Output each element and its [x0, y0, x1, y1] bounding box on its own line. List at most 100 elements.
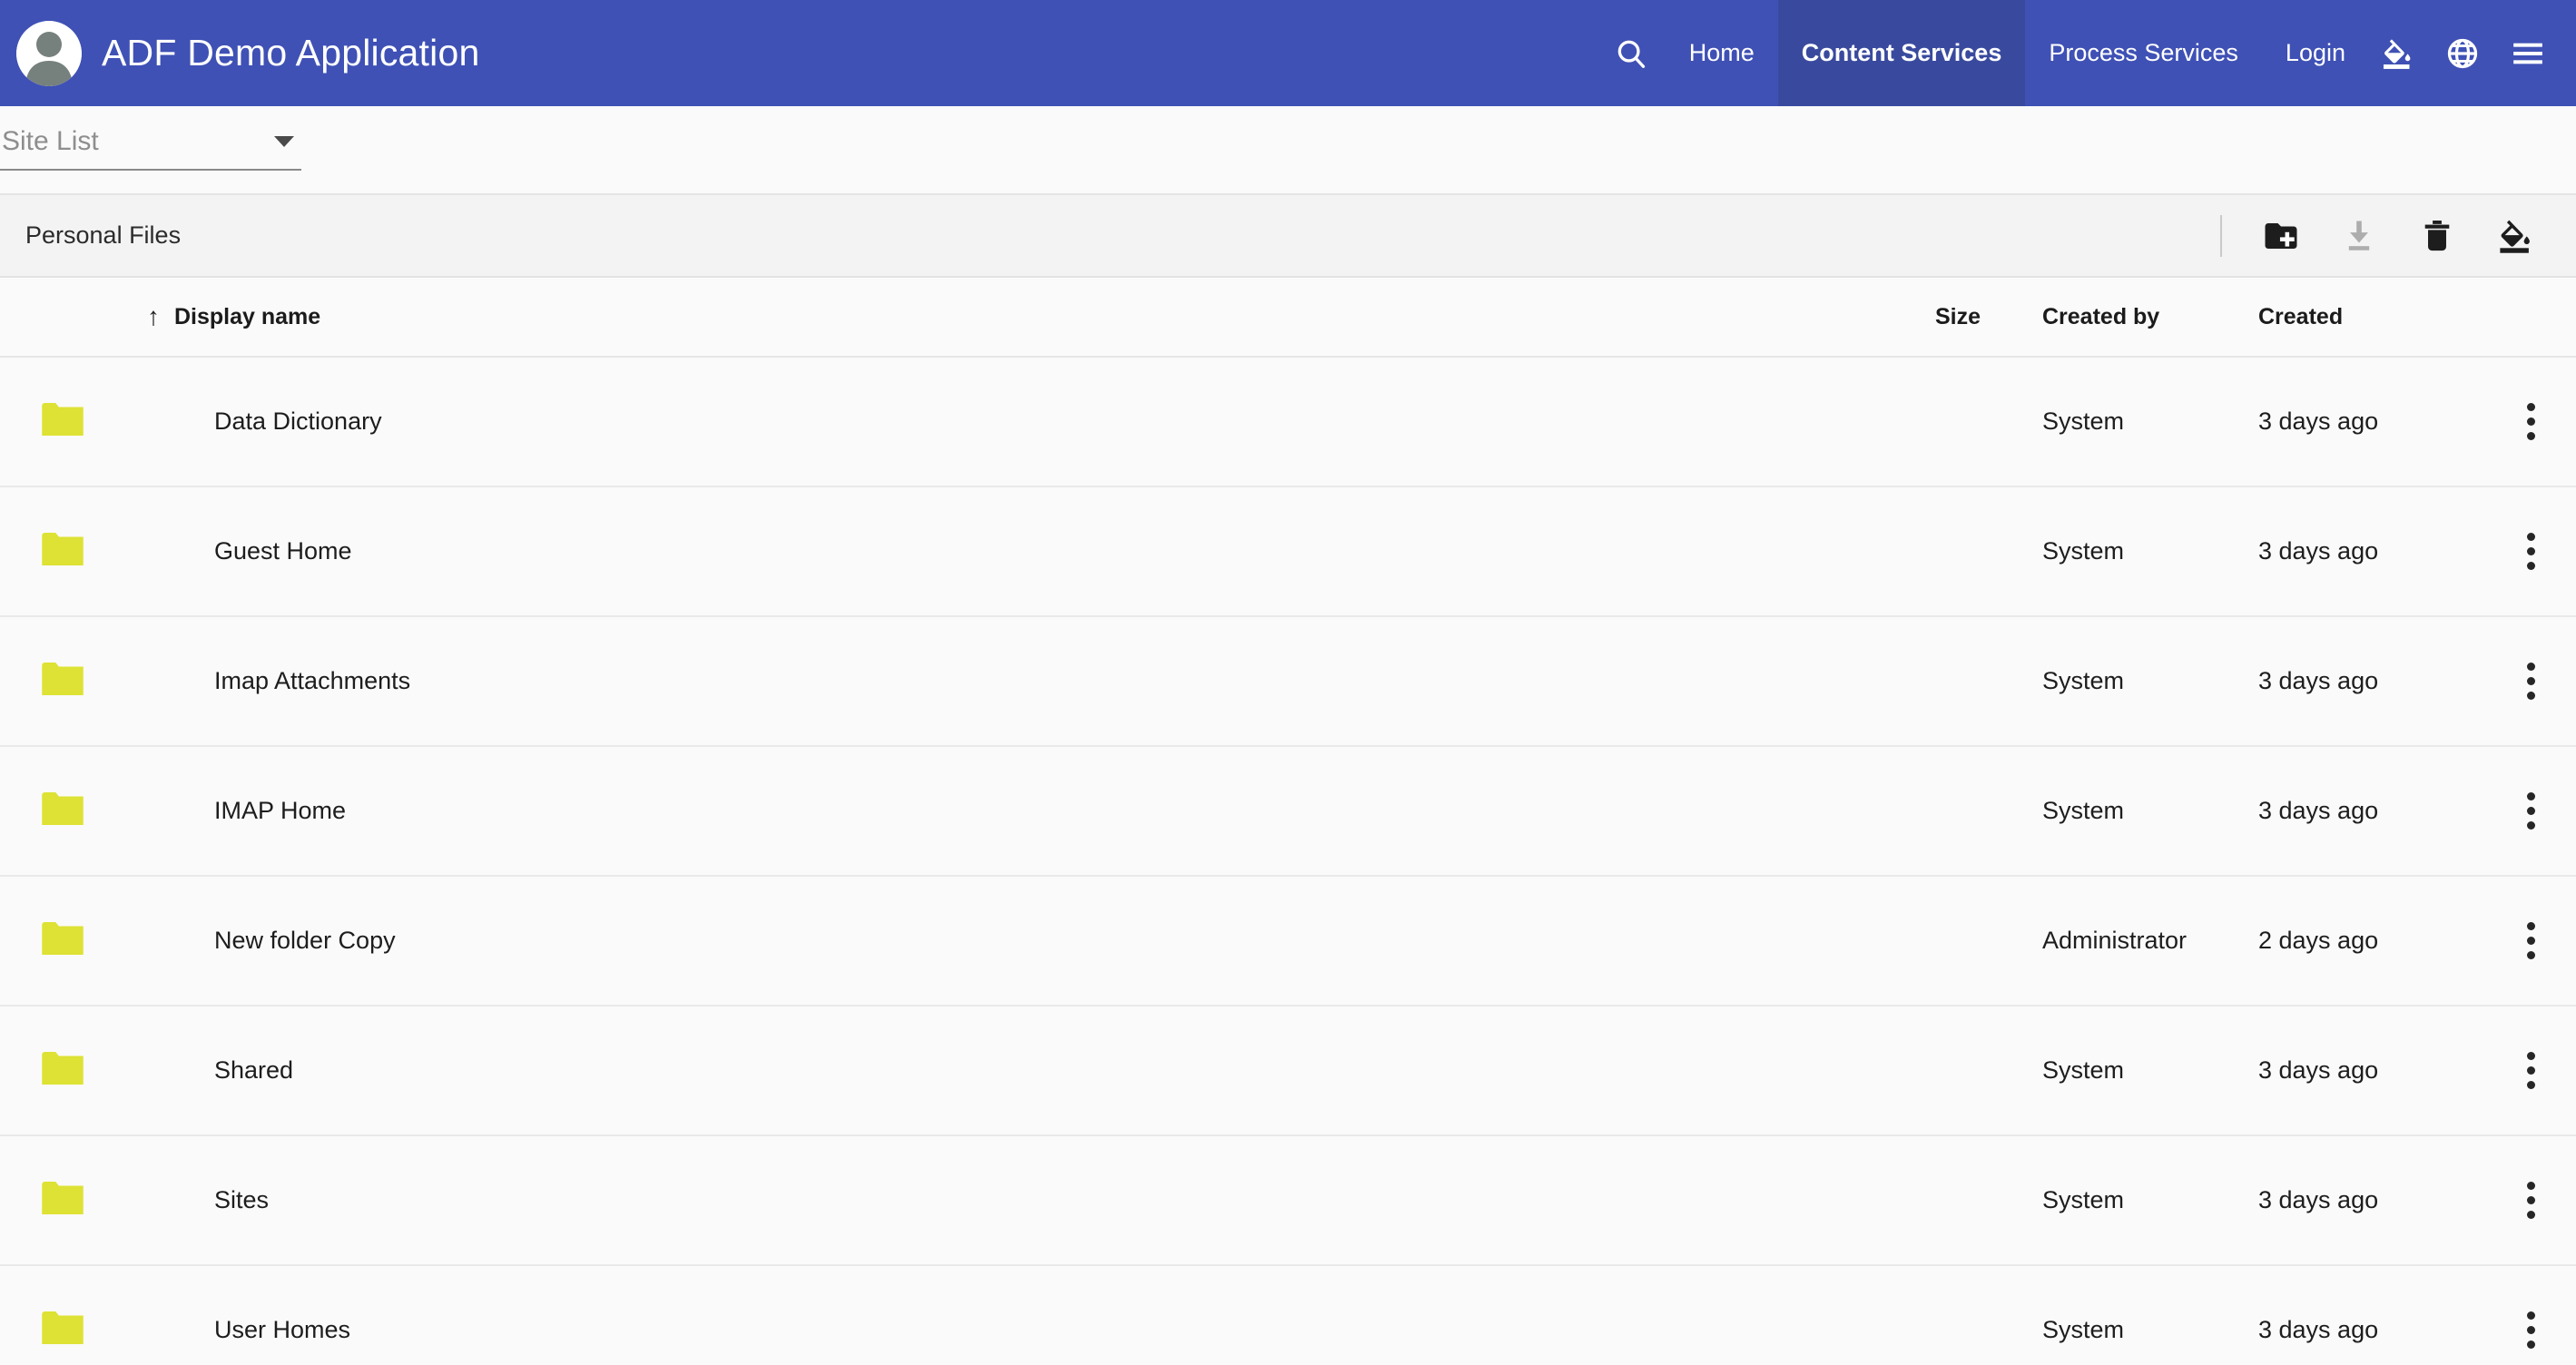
table-row[interactable]: Sites System 3 days ago — [0, 1136, 2576, 1266]
row-menu-cell — [2485, 913, 2576, 968]
folder-icon — [42, 663, 84, 695]
more-vert-icon[interactable] — [2505, 913, 2557, 968]
download-icon — [2320, 197, 2398, 275]
folder-icon — [42, 1311, 84, 1344]
more-vert-icon[interactable] — [2505, 524, 2557, 579]
row-menu-cell — [2485, 1043, 2576, 1098]
file-name: Data Dictionary — [214, 408, 382, 435]
toolbar-actions — [2220, 197, 2554, 275]
row-icon-cell — [0, 1182, 84, 1219]
row-author-cell: System — [2042, 408, 2258, 436]
row-name-cell: New folder Copy — [84, 927, 1935, 955]
file-author: System — [2042, 667, 2125, 694]
nav-link-home[interactable]: Home — [1666, 0, 1778, 106]
row-name-cell: Guest Home — [84, 537, 1935, 565]
nav-link-login[interactable]: Login — [2262, 0, 2369, 106]
delete-icon[interactable] — [2398, 197, 2476, 275]
nav-link-content-services[interactable]: Content Services — [1777, 0, 2026, 106]
brand: ADF Demo Application — [0, 20, 479, 86]
file-created: 3 days ago — [2258, 408, 2379, 435]
row-icon-cell — [0, 663, 84, 700]
create-folder-icon[interactable] — [2242, 197, 2320, 275]
more-vert-icon[interactable] — [2505, 394, 2557, 449]
row-author-cell: System — [2042, 1316, 2258, 1344]
row-created-cell: 3 days ago — [2258, 1316, 2485, 1344]
nav-link-process-services[interactable]: Process Services — [2025, 0, 2262, 106]
more-vert-icon[interactable] — [2505, 783, 2557, 839]
app-header: ADF Demo Application Home Content Servic… — [0, 0, 2576, 106]
table-row[interactable]: Imap Attachments System 3 days ago — [0, 617, 2576, 747]
row-menu-cell — [2485, 783, 2576, 839]
more-vert-icon[interactable] — [2505, 1302, 2557, 1358]
column-header-size[interactable]: Size — [1935, 304, 2042, 330]
file-author: System — [2042, 797, 2125, 824]
table-row[interactable]: Shared System 3 days ago — [0, 1007, 2576, 1136]
file-created: 2 days ago — [2258, 927, 2379, 954]
file-name: Imap Attachments — [214, 667, 411, 694]
folder-icon — [42, 1052, 84, 1085]
row-created-cell: 3 days ago — [2258, 537, 2485, 565]
more-vert-icon[interactable] — [2505, 1173, 2557, 1228]
row-created-cell: 3 days ago — [2258, 1186, 2485, 1214]
row-menu-cell — [2485, 653, 2576, 709]
hamburger-menu-icon[interactable] — [2500, 0, 2556, 106]
site-select-bar: Site List — [0, 106, 2576, 193]
row-name-cell: Imap Attachments — [84, 667, 1935, 695]
row-created-cell: 3 days ago — [2258, 797, 2485, 825]
site-list-select[interactable]: Site List — [0, 126, 301, 171]
table-body: Data Dictionary System 3 days ago Guest … — [0, 358, 2576, 1365]
file-created: 3 days ago — [2258, 797, 2379, 824]
row-name-cell: User Homes — [84, 1316, 1935, 1344]
toolbar-divider — [2220, 214, 2222, 257]
file-name: Shared — [214, 1056, 294, 1084]
row-name-cell: Sites — [84, 1186, 1935, 1214]
table-header-row: ↑ Display name Size Created by Created — [0, 278, 2576, 358]
row-icon-cell — [0, 792, 84, 830]
row-author-cell: System — [2042, 667, 2258, 695]
column-header-display-name[interactable]: ↑ Display name — [84, 304, 1935, 330]
row-menu-cell — [2485, 524, 2576, 579]
more-vert-icon[interactable] — [2505, 1043, 2557, 1098]
folder-icon — [42, 922, 84, 955]
file-created: 3 days ago — [2258, 1186, 2379, 1213]
row-author-cell: System — [2042, 797, 2258, 825]
file-author: System — [2042, 408, 2125, 435]
row-menu-cell — [2485, 1302, 2576, 1358]
row-icon-cell — [0, 403, 84, 440]
sort-ascending-icon: ↑ — [147, 302, 160, 330]
chevron-down-icon — [274, 136, 294, 147]
more-vert-icon[interactable] — [2505, 653, 2557, 709]
row-name-cell: IMAP Home — [84, 797, 1935, 825]
folder-icon — [42, 792, 84, 825]
search-icon[interactable] — [1597, 0, 1666, 106]
row-created-cell: 3 days ago — [2258, 1056, 2485, 1085]
row-author-cell: System — [2042, 1186, 2258, 1214]
row-menu-cell — [2485, 1173, 2576, 1228]
row-icon-cell — [0, 922, 84, 959]
table-row[interactable]: Guest Home System 3 days ago — [0, 487, 2576, 617]
main-nav: Home Content Services Process Services L… — [1597, 0, 2576, 106]
nav-right-icons — [2369, 0, 2576, 106]
table-row[interactable]: User Homes System 3 days ago — [0, 1266, 2576, 1365]
format-color-fill-icon[interactable] — [2369, 0, 2425, 106]
format-color-fill-icon[interactable] — [2476, 197, 2554, 275]
document-list-table: ↑ Display name Size Created by Created D… — [0, 278, 2576, 1365]
row-icon-cell — [0, 1052, 84, 1089]
file-created: 3 days ago — [2258, 667, 2379, 694]
language-globe-icon[interactable] — [2434, 0, 2491, 106]
row-author-cell: System — [2042, 1056, 2258, 1085]
folder-icon — [42, 403, 84, 436]
file-name: User Homes — [214, 1316, 351, 1343]
file-name: Sites — [214, 1186, 270, 1213]
column-header-created[interactable]: Created — [2258, 304, 2485, 330]
table-row[interactable]: New folder Copy Administrator 2 days ago — [0, 877, 2576, 1007]
content-toolbar: Personal Files — [0, 193, 2576, 278]
table-row[interactable]: Data Dictionary System 3 days ago — [0, 358, 2576, 487]
row-created-cell: 3 days ago — [2258, 667, 2485, 695]
file-created: 3 days ago — [2258, 1316, 2379, 1343]
column-header-created-by[interactable]: Created by — [2042, 304, 2258, 330]
file-created: 3 days ago — [2258, 1056, 2379, 1084]
row-created-cell: 3 days ago — [2258, 408, 2485, 436]
table-row[interactable]: IMAP Home System 3 days ago — [0, 747, 2576, 877]
folder-icon — [42, 533, 84, 565]
